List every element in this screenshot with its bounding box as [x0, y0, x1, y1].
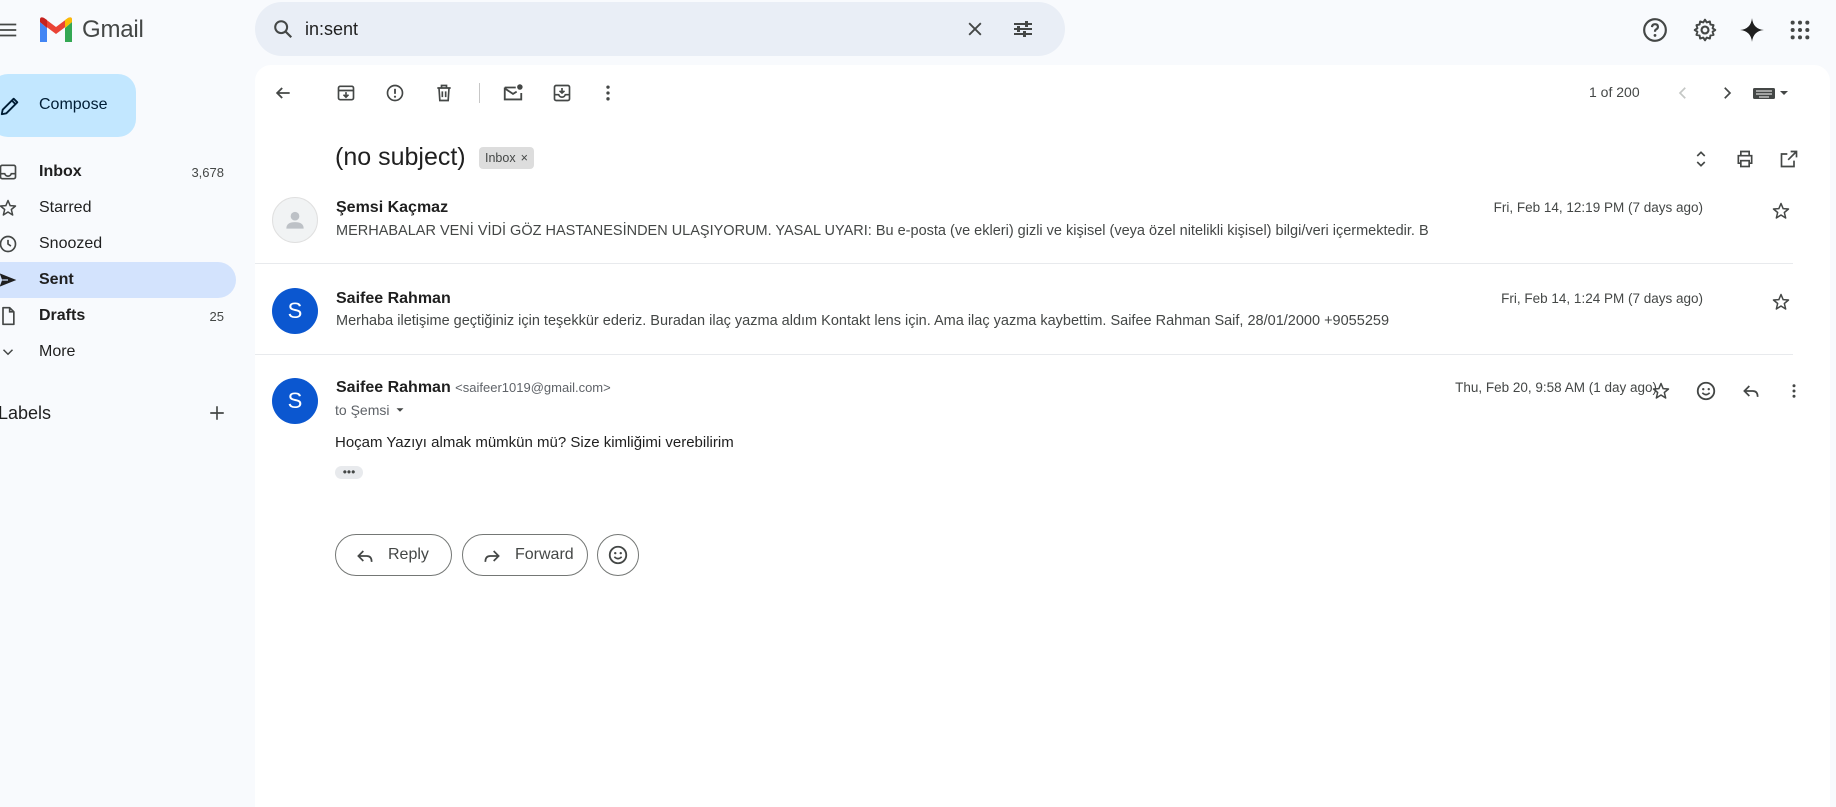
search-options-icon[interactable] [1009, 15, 1037, 43]
forward-button[interactable]: Forward [462, 534, 588, 576]
sidebar-item-label: Drafts [39, 307, 86, 324]
more-vertical-icon[interactable] [594, 79, 622, 107]
sidebar-item-label: Inbox [39, 163, 82, 180]
message-divider [255, 354, 1793, 355]
open-new-window-icon[interactable] [1775, 145, 1803, 173]
message-date: Thu, Feb 20, 9:58 AM (1 day ago) [1455, 380, 1657, 395]
input-tools-keyboard-icon[interactable] [1749, 79, 1793, 107]
print-icon[interactable] [1731, 145, 1759, 173]
star-icon[interactable] [1647, 377, 1675, 405]
show-trimmed-content-button[interactable]: ••• [335, 466, 363, 479]
message-view-panel: 1 of 200 (no subject) Inbox × Şemsi Kaçm… [255, 65, 1830, 807]
add-label-plus-icon[interactable] [204, 400, 230, 426]
gmail-logo[interactable]: Gmail [38, 14, 144, 46]
more-vertical-icon[interactable] [1780, 377, 1808, 405]
search-icon[interactable] [269, 15, 297, 43]
archive-icon[interactable] [332, 79, 360, 107]
reply-label: Reply [388, 546, 429, 563]
avatar: S [272, 378, 318, 424]
sender-email: <saifeer1019@gmail.com> [455, 380, 611, 395]
sidebar-item-sent[interactable]: Sent [0, 262, 236, 298]
mark-unread-icon[interactable] [499, 79, 527, 107]
sender-name: Şemsi Kaçmaz [336, 199, 449, 216]
help-icon[interactable] [1640, 15, 1670, 45]
compose-label: Compose [39, 96, 108, 113]
star-icon[interactable] [1767, 288, 1795, 316]
inbox-icon [0, 162, 18, 182]
message-date: Fri, Feb 14, 12:19 PM (7 days ago) [1493, 200, 1703, 215]
sidebar-item-label: Snoozed [39, 235, 103, 252]
dropdown-arrow-icon [396, 408, 404, 412]
reply-arrow-icon[interactable] [1737, 377, 1765, 405]
send-icon [0, 270, 18, 290]
hamburger-icon [0, 23, 17, 37]
delete-trash-icon[interactable] [430, 79, 458, 107]
emoji-reaction-button[interactable] [597, 534, 639, 576]
reply-button[interactable]: Reply [335, 534, 452, 576]
avatar: S [272, 288, 318, 334]
forward-label: Forward [515, 546, 574, 563]
person-icon [286, 211, 304, 229]
sidebar-item-snoozed[interactable]: Snoozed [0, 226, 236, 262]
star-icon[interactable] [1767, 197, 1795, 225]
add-reaction-emoji-icon[interactable] [1692, 377, 1720, 405]
clock-icon [0, 234, 18, 254]
compose-button[interactable]: Compose [0, 74, 136, 137]
labels-heading: Labels [0, 403, 52, 423]
draft-icon [0, 306, 18, 326]
message-row-collapsed[interactable]: Şemsi Kaçmaz MERHABALAR VENİ VİDİ GÖZ HA… [255, 185, 1795, 269]
recipient-text: to Şemsi [335, 402, 390, 418]
thread-subject: (no subject) [335, 143, 466, 171]
message-snippet: MERHABALAR VENİ VİDİ GÖZ HASTANESİNDEN U… [336, 223, 1429, 239]
drafts-count: 25 [209, 309, 224, 324]
search-bar[interactable] [255, 2, 1065, 56]
sidebar-item-label: Sent [39, 271, 74, 288]
forward-arrow-icon [481, 545, 503, 567]
avatar-letter: S [287, 388, 303, 413]
sidebar-item-label: More [39, 343, 76, 360]
move-to-icon[interactable] [548, 79, 576, 107]
chevron-down-icon [0, 342, 18, 362]
sidebar-item-more[interactable]: More [0, 334, 236, 370]
message-divider [255, 263, 1793, 264]
settings-gear-icon[interactable] [1690, 15, 1720, 45]
avatar-placeholder [272, 197, 318, 243]
sidebar-item-inbox[interactable]: Inbox 3,678 [0, 154, 236, 190]
avatar-letter: S [287, 298, 303, 323]
label-chip-text: Inbox [485, 151, 516, 165]
sender-name: Saifee Rahman [336, 290, 451, 307]
search-input[interactable] [305, 12, 905, 46]
gemini-sparkle-icon[interactable] [1737, 15, 1767, 45]
expand-all-icon[interactable] [1687, 145, 1715, 173]
sidebar-item-drafts[interactable]: Drafts 25 [0, 298, 236, 334]
recipient-details-toggle[interactable]: to Şemsi [335, 402, 407, 418]
remove-label-close-icon[interactable]: × [521, 151, 528, 165]
clear-search-icon[interactable] [961, 15, 989, 43]
app-name: Gmail [82, 16, 144, 43]
report-spam-icon[interactable] [381, 79, 409, 107]
pagination-count: 1 of 200 [1589, 84, 1640, 100]
toolbar-divider [479, 83, 480, 103]
sidebar-item-label: Starred [39, 199, 92, 216]
message-date: Fri, Feb 14, 1:24 PM (7 days ago) [1501, 291, 1703, 306]
gmail-m-icon [40, 17, 72, 42]
reply-arrow-icon [354, 545, 376, 567]
pencil-icon [0, 94, 22, 118]
smiley-icon [608, 545, 628, 565]
sender-header: Saifee Rahman <saifeer1019@gmail.com> [336, 379, 611, 397]
sidebar-item-starred[interactable]: Starred [0, 190, 236, 226]
back-arrow-icon[interactable] [269, 79, 297, 107]
main-menu-button[interactable] [0, 16, 22, 44]
newer-chevron-left-icon[interactable] [1669, 79, 1697, 107]
inbox-unread-count: 3,678 [191, 165, 224, 180]
star-icon [0, 198, 18, 218]
apps-grid-icon[interactable] [1785, 15, 1815, 45]
sender-name: Saifee Rahman [336, 379, 451, 396]
label-chip-inbox[interactable]: Inbox × [479, 147, 534, 169]
older-chevron-right-icon[interactable] [1713, 79, 1741, 107]
message-body: Hoçam Yazıyı almak mümkün mü? Size kimli… [335, 434, 734, 451]
message-snippet: Merhaba iletişime geçtiğiniz için teşekk… [336, 313, 1390, 329]
message-row-collapsed[interactable]: S Saifee Rahman Merhaba iletişime geçtiğ… [255, 276, 1795, 360]
